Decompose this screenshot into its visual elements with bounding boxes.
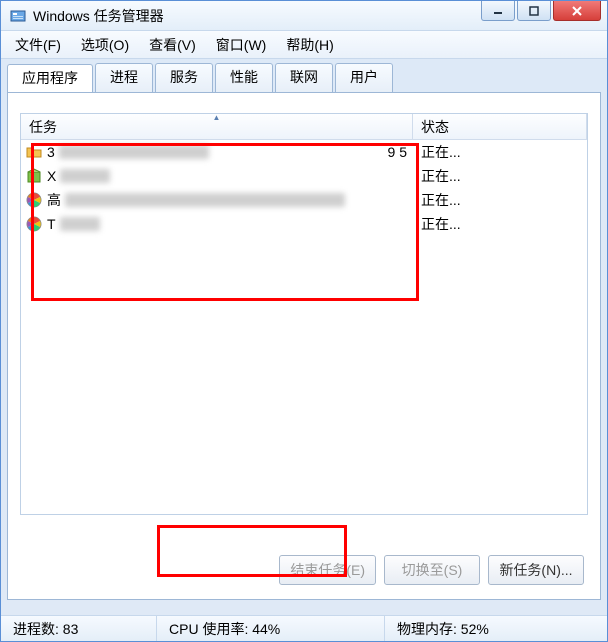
table-row[interactable]: X 正在... [21,164,587,188]
menu-windows[interactable]: 窗口(W) [206,32,277,58]
listview-header: ▲ 任务 状态 [21,114,587,140]
statusbar: 进程数: 83 CPU 使用率: 44% 物理内存: 52% [1,615,607,641]
folder-icon [25,143,43,161]
tab-networking[interactable]: 联网 [275,63,333,92]
task-name: 高 [47,190,61,210]
listview-rows: 3 9 5 正在... X 正在... [21,140,587,236]
column-status-label: 状态 [421,117,449,137]
tab-services[interactable]: 服务 [155,63,213,92]
maximize-button[interactable] [517,1,551,21]
menu-help[interactable]: 帮助(H) [276,32,343,58]
close-button[interactable] [553,1,601,21]
tab-strip: 应用程序 进程 服务 性能 联网 用户 [1,59,607,92]
tab-processes[interactable]: 进程 [95,63,153,92]
window-controls [481,1,601,21]
titlebar[interactable]: Windows 任务管理器 [1,1,607,31]
redacted-text [65,193,345,207]
task-status: 正在... [413,190,587,210]
column-task[interactable]: ▲ 任务 [21,114,413,139]
redacted-text [60,217,100,231]
task-name: X [47,168,56,184]
status-processes: 进程数: 83 [1,616,157,641]
status-memory: 物理内存: 52% [385,616,501,641]
redacted-text [60,169,110,183]
action-buttons: 结束任务(E) 切换至(S) 新任务(N)... [279,555,584,585]
tab-performance[interactable]: 性能 [215,63,273,92]
menubar: 文件(F) 选项(O) 查看(V) 窗口(W) 帮助(H) [1,31,607,59]
column-task-label: 任务 [29,117,57,137]
task-name: 3 [47,144,55,160]
menu-options[interactable]: 选项(O) [71,32,139,58]
switch-to-button[interactable]: 切换至(S) [384,555,480,585]
task-status: 正在... [413,214,587,234]
window-title: Windows 任务管理器 [33,6,164,26]
box-icon [25,167,43,185]
minimize-button[interactable] [481,1,515,21]
applications-listview[interactable]: ▲ 任务 状态 3 9 5 正在... [20,113,588,515]
redacted-text [59,145,209,159]
column-status[interactable]: 状态 [413,114,587,139]
new-task-button[interactable]: 新任务(N)... [488,555,584,585]
menu-view[interactable]: 查看(V) [139,32,206,58]
app-icon [9,7,27,25]
task-status: 正在... [413,142,587,162]
table-row[interactable]: 3 9 5 正在... [21,140,587,164]
task-status: 正在... [413,166,587,186]
color-wheel-icon [25,215,43,233]
end-task-button[interactable]: 结束任务(E) [279,555,376,585]
tab-applications[interactable]: 应用程序 [7,64,93,93]
task-manager-window: Windows 任务管理器 文件(F) 选项(O) 查看(V) 窗口(W) 帮助… [0,0,608,642]
menu-file[interactable]: 文件(F) [5,32,71,58]
color-wheel-icon [25,191,43,209]
table-row[interactable]: T 正在... [21,212,587,236]
task-name: T [47,216,56,232]
task-suffix: 9 5 [388,144,407,160]
tab-users[interactable]: 用户 [335,63,393,92]
table-row[interactable]: 高 正在... [21,188,587,212]
applications-panel: ▲ 任务 状态 3 9 5 正在... [7,92,601,600]
sort-indicator-up-icon: ▲ [213,113,221,122]
status-cpu: CPU 使用率: 44% [157,616,385,641]
